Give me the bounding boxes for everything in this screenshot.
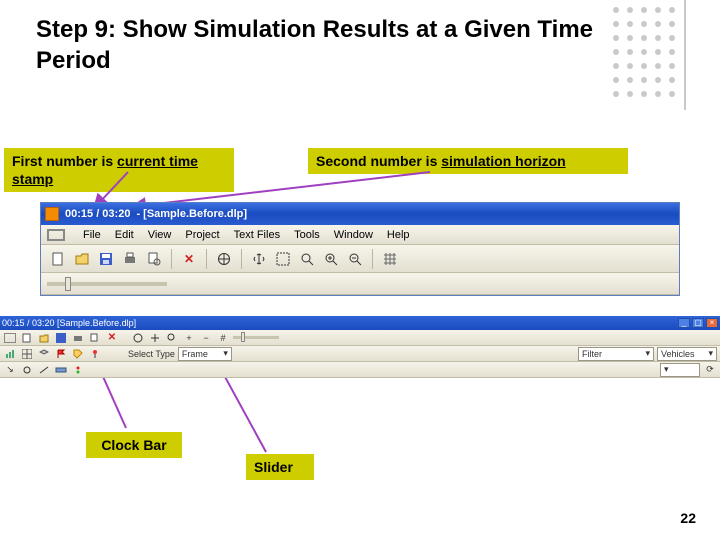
title-document: - [Sample.Before.dlp] (136, 208, 247, 220)
print-icon[interactable] (71, 331, 85, 345)
menu-text-files[interactable]: Text Files (234, 229, 280, 241)
zoom-out-icon[interactable]: − (199, 331, 213, 345)
preview-icon[interactable] (88, 331, 102, 345)
rect-icon (3, 331, 17, 345)
zoom-out-icon[interactable] (344, 248, 366, 270)
app-icon (45, 207, 59, 221)
slider-thumb[interactable] (241, 332, 245, 342)
zoom-icon[interactable] (296, 248, 318, 270)
slide-title: Step 9: Show Simulation Results at a Giv… (36, 14, 596, 76)
callout-text: First number is (12, 153, 117, 169)
globe-icon[interactable] (131, 331, 145, 345)
open-icon[interactable] (37, 331, 51, 345)
maximize-button[interactable]: ▢ (692, 318, 704, 328)
callout-clock-bar: Clock Bar (86, 432, 182, 458)
app-window: 00:15 / 03:20 - [Sample.Before.dlp] File… (40, 202, 680, 296)
flag-icon[interactable] (54, 347, 68, 361)
chevron-down-icon: ▾ (645, 348, 650, 359)
page-number: 22 (680, 510, 696, 526)
vehicles-label: Vehicles (661, 349, 695, 359)
new-icon[interactable] (47, 248, 69, 270)
arrow-icon[interactable]: ↘ (3, 363, 17, 377)
grid-icon[interactable] (379, 248, 401, 270)
callout-text-underline: stamp (12, 171, 53, 187)
title-time: 00:15 / 03:20 (65, 208, 130, 220)
pin-icon[interactable] (88, 347, 102, 361)
time-slider[interactable] (47, 282, 167, 286)
minimize-button[interactable]: _ (678, 318, 690, 328)
pan-icon[interactable] (148, 331, 162, 345)
print-icon[interactable] (119, 248, 141, 270)
separator (372, 249, 373, 269)
filter-dropdown[interactable]: Filter ▾ (578, 347, 654, 361)
layers-icon[interactable] (37, 347, 51, 361)
delete-icon[interactable]: ✕ (105, 331, 119, 345)
mini-title-text: 00:15 / 03:20 [Sample.Before.dlp] (2, 318, 136, 328)
mini-row-1: ✕ + − # (0, 330, 720, 346)
menu-bar: File Edit View Project Text Files Tools … (41, 225, 679, 245)
grid-icon[interactable]: # (216, 331, 230, 345)
menu-window[interactable]: Window (334, 229, 373, 241)
mini-title-bar: 00:15 / 03:20 [Sample.Before.dlp] _ ▢ × (0, 316, 720, 330)
callout-simulation-horizon: Second number is simulation horizon (308, 148, 628, 174)
window-buttons: _ ▢ × (678, 318, 718, 328)
mini-row-2: Select Type Frame ▾ Filter ▾ Vehicles ▾ (0, 346, 720, 362)
close-button[interactable]: × (706, 318, 718, 328)
signal-icon[interactable] (71, 363, 85, 377)
vehicles-dropdown[interactable]: Vehicles ▾ (657, 347, 717, 361)
menu-edit[interactable]: Edit (115, 229, 134, 241)
chart-icon[interactable] (3, 347, 17, 361)
mini-slider[interactable] (233, 336, 279, 339)
separator (206, 249, 207, 269)
tag-icon[interactable] (71, 347, 85, 361)
pan-icon[interactable] (248, 248, 270, 270)
mini-row-3: ↘ ▾ ⟳ (0, 362, 720, 378)
save-icon[interactable] (95, 248, 117, 270)
dots-decoration (606, 0, 686, 110)
chevron-down-icon: ▾ (223, 348, 228, 359)
zoom-in-icon[interactable]: + (182, 331, 196, 345)
separator (171, 249, 172, 269)
callout-current-time: First number is current time stamp (4, 148, 234, 192)
car-icon[interactable] (54, 363, 68, 377)
select-type-dropdown[interactable]: Frame ▾ (178, 347, 232, 361)
delete-icon[interactable]: ✕ (178, 248, 200, 270)
separator-line (684, 0, 686, 110)
menu-tools[interactable]: Tools (294, 229, 320, 241)
filter-label: Filter (582, 349, 602, 359)
refresh-icon[interactable]: ⟳ (703, 363, 717, 377)
select-type-label: Select Type (128, 349, 175, 359)
mini-app-strip: 00:15 / 03:20 [Sample.Before.dlp] _ ▢ × … (0, 316, 720, 378)
callout-text-underline: current time (117, 153, 198, 169)
callout-slider: Slider (246, 454, 314, 480)
select-value: Frame (182, 349, 208, 359)
zoom-in-icon[interactable] (320, 248, 342, 270)
callout-text: Second number is (316, 153, 441, 169)
globe-icon[interactable] (213, 248, 235, 270)
link-icon[interactable] (37, 363, 51, 377)
toolbar-main: ✕ (41, 245, 679, 273)
separator (241, 249, 242, 269)
mini-dropdown[interactable]: ▾ (660, 363, 700, 377)
menu-file[interactable]: File (83, 229, 101, 241)
preview-icon[interactable] (143, 248, 165, 270)
menu-help[interactable]: Help (387, 229, 410, 241)
save-icon[interactable] (54, 331, 68, 345)
zoom-icon[interactable] (165, 331, 179, 345)
callout-text-underline: simulation horizon (441, 153, 565, 169)
rect-icon (47, 229, 65, 241)
menu-view[interactable]: View (148, 229, 172, 241)
slider-thumb[interactable] (65, 277, 71, 291)
slider-bar (41, 273, 679, 295)
new-icon[interactable] (20, 331, 34, 345)
node-icon[interactable] (20, 363, 34, 377)
chevron-down-icon: ▾ (708, 348, 713, 359)
chevron-down-icon: ▾ (664, 364, 669, 375)
table-icon[interactable] (20, 347, 34, 361)
open-icon[interactable] (71, 248, 93, 270)
menu-project[interactable]: Project (185, 229, 219, 241)
zoom-area-icon[interactable] (272, 248, 294, 270)
title-bar: 00:15 / 03:20 - [Sample.Before.dlp] (41, 203, 679, 225)
